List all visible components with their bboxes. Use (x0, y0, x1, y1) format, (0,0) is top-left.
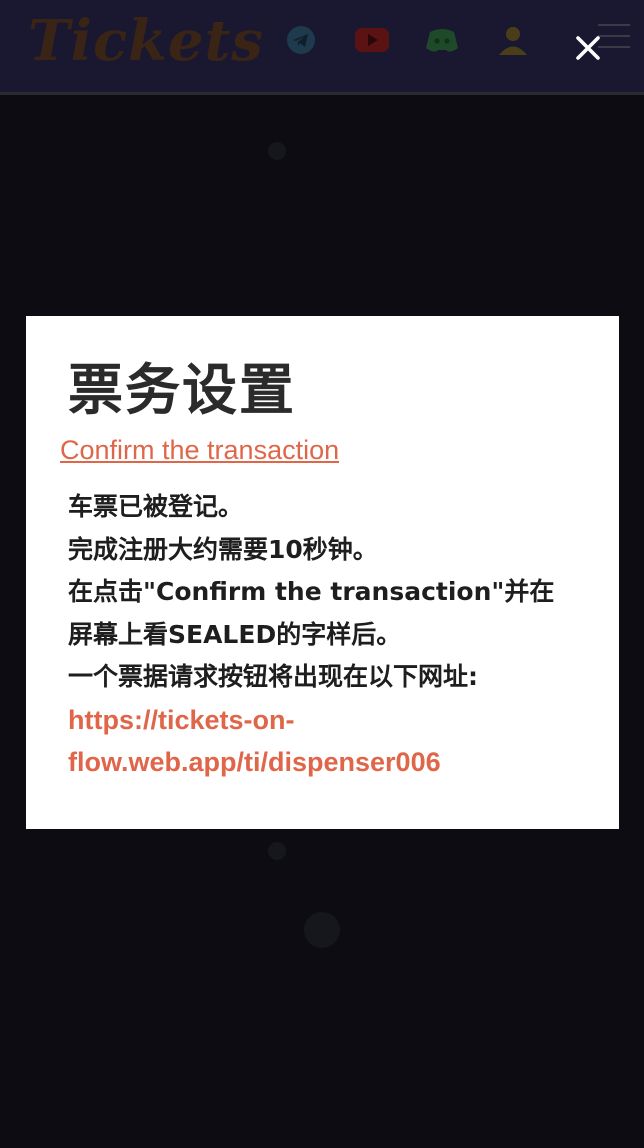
modal-title: 票务设置 (68, 358, 297, 422)
dispenser-url-link[interactable]: https://tickets-on- flow.web.app/ti/disp… (68, 699, 588, 783)
message-line: 车票已被登记。 (68, 492, 244, 521)
youtube-icon[interactable] (354, 24, 390, 56)
message-line: 一个票据请求按钮将出现在以下网址: (68, 662, 478, 691)
discord-icon[interactable] (424, 24, 460, 56)
message-line: 完成注册大约需要10秒钟。 (68, 534, 378, 564)
background-decoration (268, 842, 286, 860)
background-decoration (304, 912, 340, 948)
site-header: Tickets (0, 0, 644, 95)
close-icon[interactable] (573, 33, 603, 63)
ticket-settings-modal: 票务设置 Confirm the transaction 车票已被登记。 完成注… (26, 316, 619, 829)
dispenser-url-line[interactable]: flow.web.app/ti/dispenser006 (68, 741, 588, 783)
background-decoration (268, 142, 286, 160)
dispenser-url-line[interactable]: https://tickets-on- (68, 699, 588, 741)
user-icon[interactable] (496, 24, 530, 58)
confirm-transaction-link[interactable]: Confirm the transaction (60, 433, 339, 467)
modal-message: 车票已被登记。 完成注册大约需要10秒钟。 在点击"Confirm the tr… (68, 486, 588, 783)
site-logo[interactable]: Tickets (28, 4, 264, 78)
message-line: 屏幕上看SEALED的字样后。 (68, 619, 402, 649)
message-line: 在点击"Confirm the transaction"并在 (68, 577, 555, 606)
telegram-icon[interactable] (285, 24, 317, 56)
